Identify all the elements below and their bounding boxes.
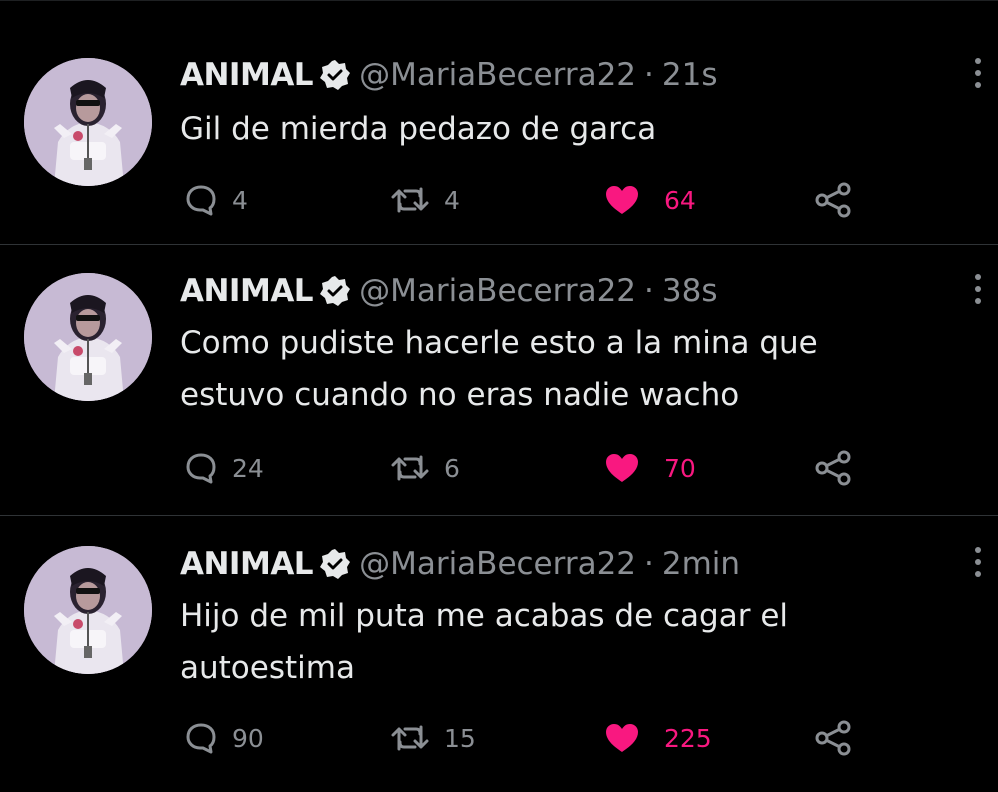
separator-dot: · (644, 546, 654, 582)
separator-dot: · (644, 273, 654, 309)
tweet-actions: 4 4 64 (184, 178, 864, 222)
like-button[interactable]: 70 (604, 446, 696, 490)
tweet-header: ANIMAL @MariaBecerra22 · 2min (180, 542, 740, 586)
user-handle[interactable]: @MariaBecerra22 (359, 269, 636, 313)
like-count: 64 (664, 185, 696, 215)
user-handle[interactable]: @MariaBecerra22 (359, 542, 636, 586)
timestamp[interactable]: 2min (662, 542, 740, 586)
speech-bubble-icon (186, 185, 216, 216)
retweet-button[interactable]: 4 (390, 178, 460, 222)
heart-filled-icon (606, 186, 638, 214)
tweet-text-line: Como pudiste hacerle esto a la mina que (180, 325, 818, 361)
vertical-dots-icon[interactable] (968, 53, 988, 93)
timestamp[interactable]: 38s (662, 269, 718, 313)
avatar[interactable] (24, 546, 152, 674)
timestamp[interactable]: 21s (662, 53, 718, 97)
share-nodes-icon (815, 720, 851, 756)
heart-filled-icon (606, 454, 638, 482)
tweet-text: Gil de mierda pedazo de garca (180, 103, 940, 155)
tweet-header: ANIMAL @MariaBecerra22 · 38s (180, 269, 718, 313)
share-button[interactable] (814, 178, 854, 222)
separator-dot: · (644, 57, 654, 93)
retweet-arrows-icon (391, 455, 429, 481)
like-button[interactable]: 64 (604, 178, 696, 222)
verified-badge-icon (319, 548, 351, 580)
verified-badge-icon (319, 275, 351, 307)
share-nodes-icon (815, 450, 851, 486)
reply-button[interactable]: 4 (184, 178, 248, 222)
tweet-text: Como pudiste hacerle esto a la mina que … (180, 317, 940, 421)
vertical-dots-icon[interactable] (968, 269, 988, 309)
like-count: 225 (664, 723, 712, 753)
tweet-text-line: estuvo cuando no eras nadie wacho (180, 377, 740, 413)
avatar[interactable] (24, 58, 152, 186)
display-name[interactable]: ANIMAL (180, 542, 314, 586)
retweet-count: 6 (444, 453, 460, 483)
tweet-text: Hijo de mil puta me acabas de cagar el a… (180, 590, 940, 694)
retweet-count: 15 (444, 723, 476, 753)
tweet-header: ANIMAL @MariaBecerra22 · 21s (180, 53, 718, 97)
tweet-text-line: Hijo de mil puta me acabas de cagar el (180, 598, 789, 634)
tweet[interactable]: ANIMAL @MariaBecerra22 · 21s Gil de mier… (0, 0, 998, 245)
tweet-actions: 90 15 225 (184, 716, 864, 760)
reply-count: 24 (232, 453, 264, 483)
like-button[interactable]: 225 (604, 716, 712, 760)
speech-bubble-icon (186, 453, 216, 484)
verified-badge-icon (319, 59, 351, 91)
share-button[interactable] (814, 446, 854, 490)
reply-button[interactable]: 90 (184, 716, 264, 760)
retweet-arrows-icon (391, 187, 429, 213)
heart-filled-icon (606, 724, 638, 752)
retweet-count: 4 (444, 185, 460, 215)
share-button[interactable] (814, 716, 854, 760)
reply-count: 90 (232, 723, 264, 753)
tweet-actions: 24 6 70 (184, 446, 864, 490)
retweet-button[interactable]: 15 (390, 716, 476, 760)
tweet[interactable]: ANIMAL @MariaBecerra22 · 2min Hijo de mi… (0, 516, 998, 792)
reply-count: 4 (232, 185, 248, 215)
display-name[interactable]: ANIMAL (180, 269, 314, 313)
tweet-text-line: Gil de mierda pedazo de garca (180, 111, 657, 147)
avatar[interactable] (24, 273, 152, 401)
tweet-text-line: autoestima (180, 650, 355, 686)
speech-bubble-icon (186, 723, 216, 754)
display-name[interactable]: ANIMAL (180, 53, 314, 97)
user-handle[interactable]: @MariaBecerra22 (359, 53, 636, 97)
vertical-dots-icon[interactable] (968, 542, 988, 582)
retweet-button[interactable]: 6 (390, 446, 460, 490)
tweet[interactable]: ANIMAL @MariaBecerra22 · 38s Como pudist… (0, 245, 998, 516)
like-count: 70 (664, 453, 696, 483)
retweet-arrows-icon (391, 725, 429, 751)
reply-button[interactable]: 24 (184, 446, 264, 490)
share-nodes-icon (815, 182, 851, 218)
